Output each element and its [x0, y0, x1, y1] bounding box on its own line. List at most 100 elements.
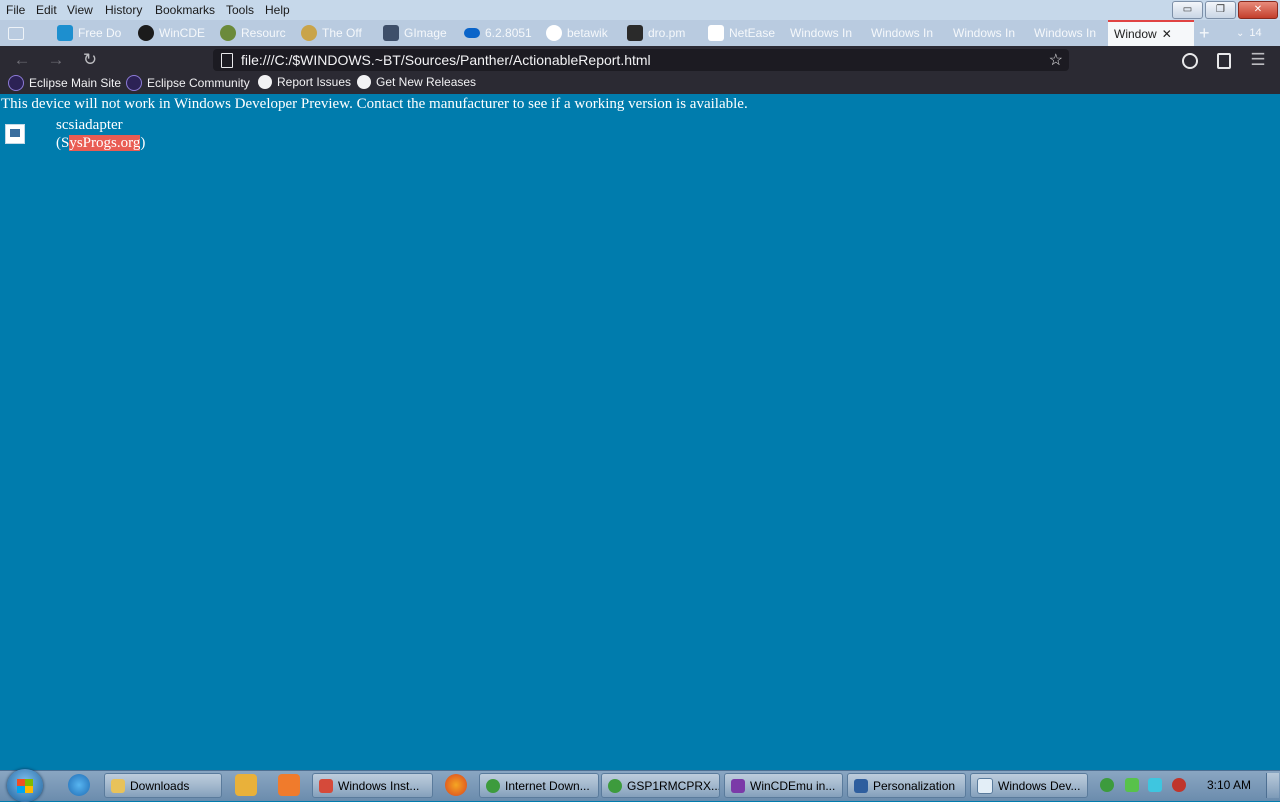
tab-betawiki[interactable]: betawik: [546, 20, 612, 46]
taskbar-downloads[interactable]: Downloads: [104, 773, 222, 798]
internet-explorer-icon[interactable]: [68, 774, 90, 796]
restore-button[interactable]: ❐: [1205, 1, 1236, 19]
tab-label: WinCDE: [159, 26, 206, 40]
tab-windows-in-3[interactable]: Windows In: [953, 20, 1019, 46]
system-tray: [1092, 771, 1280, 801]
menu-view[interactable]: View: [67, 3, 93, 17]
hamburger-menu-icon[interactable]: ☰: [1248, 50, 1268, 70]
gmail-icon: [319, 778, 333, 793]
tab-netease[interactable]: NetEase: [708, 20, 776, 46]
show-desktop-button[interactable]: [1266, 773, 1279, 798]
account-icon[interactable]: [1180, 50, 1200, 70]
menu-tools[interactable]: Tools: [226, 3, 254, 17]
taskbar-personalization[interactable]: Personalization: [847, 773, 966, 798]
tray-volume-icon[interactable]: [1172, 778, 1186, 792]
taskbar-clock[interactable]: 3:10 AM: [1207, 778, 1251, 792]
new-tab-button[interactable]: +: [1199, 20, 1217, 46]
tab-resource[interactable]: Resourc: [220, 20, 286, 46]
taskbar-windows-install[interactable]: Windows Inst...: [312, 773, 433, 798]
bookmarks-toolbar: Eclipse Main Site Eclipse Community Repo…: [0, 73, 1280, 94]
media-player-icon[interactable]: [235, 774, 257, 796]
url-text[interactable]: file:///C:/$WINDOWS.~BT/Sources/Panther/…: [241, 52, 651, 68]
tab-label: Resourc: [241, 26, 286, 40]
tab-active-window[interactable]: Window ✕: [1108, 20, 1194, 46]
eclipse-icon: [8, 75, 24, 91]
idm-icon: [486, 778, 500, 793]
onedrive-cloud-icon: [464, 28, 480, 38]
taskbar-label: Windows Inst...: [338, 778, 420, 793]
url-bar[interactable]: file:///C:/$WINDOWS.~BT/Sources/Panther/…: [213, 49, 1069, 71]
taskbar-label: Downloads: [130, 778, 190, 793]
taskbar-label: GSP1RMCPRX...: [627, 778, 720, 793]
back-button[interactable]: ←: [12, 50, 32, 70]
github-icon: [357, 75, 371, 89]
pinned-app-icon[interactable]: [278, 774, 300, 796]
dropm-icon: [627, 25, 643, 41]
taskbar-label: WinCDEmu in...: [750, 778, 836, 793]
forward-button[interactable]: →: [46, 50, 66, 70]
reload-button[interactable]: ↻: [80, 50, 100, 70]
tab-label: Free Do: [78, 26, 122, 40]
wikipedia-icon: [708, 25, 724, 41]
taskbar-gsp1rmcprx[interactable]: GSP1RMCPRX...: [601, 773, 720, 798]
tray-battery-icon[interactable]: [1125, 778, 1139, 792]
taskbar-internet-download[interactable]: Internet Down...: [479, 773, 599, 798]
close-tab-icon[interactable]: ✕: [1162, 27, 1172, 41]
tab-windows-in-1[interactable]: Windows In: [790, 20, 856, 46]
tab-free-download[interactable]: Free Do: [57, 20, 123, 46]
firefox-view-button[interactable]: [8, 20, 36, 46]
tray-idm-icon[interactable]: [1100, 778, 1114, 792]
office-icon: [301, 25, 317, 41]
compatibility-warning: This device will not work in Windows Dev…: [1, 96, 748, 112]
firefox-view-icon: [8, 26, 24, 40]
resource-icon: [220, 25, 236, 41]
windows-logo-icon: [17, 779, 33, 793]
tab-label: The Off: [322, 26, 362, 40]
bookmark-star-icon[interactable]: ☆: [1049, 50, 1063, 70]
menu-file[interactable]: File: [6, 3, 25, 17]
window-controls: ▭ ❐ ✕: [1172, 1, 1278, 19]
bookmark-label: Eclipse Main Site: [29, 76, 122, 90]
tab-build-6-2-8051[interactable]: 6.2.8051: [464, 20, 532, 46]
tab-gimage[interactable]: GImage: [383, 20, 449, 46]
tab-wincde[interactable]: WinCDE: [138, 20, 206, 46]
tab-label: Windows In: [953, 26, 1016, 40]
menu-edit[interactable]: Edit: [36, 3, 57, 17]
bookmark-report-issues[interactable]: Report Issues: [258, 75, 351, 89]
tab-windows-in-2[interactable]: Windows In: [871, 20, 937, 46]
free-download-icon: [57, 25, 73, 41]
bookmark-eclipse-community[interactable]: Eclipse Community: [126, 75, 250, 91]
tab-label: 6.2.8051: [485, 26, 532, 40]
tab-label: Windows In: [871, 26, 934, 40]
taskbar-windows-dev[interactable]: Windows Dev...: [970, 773, 1088, 798]
bookmark-label: Eclipse Community: [147, 76, 250, 90]
navigation-toolbar: ← → ↻ file:///C:/$WINDOWS.~BT/Sources/Pa…: [0, 46, 1280, 73]
bookmark-eclipse-main-site[interactable]: Eclipse Main Site: [8, 75, 121, 91]
idm-icon: [608, 778, 622, 793]
tab-windows-in-4[interactable]: Windows In: [1034, 20, 1100, 46]
firefox-icon[interactable]: [445, 774, 467, 796]
close-window-button[interactable]: ✕: [1238, 1, 1278, 19]
bookmark-get-new-releases[interactable]: Get New Releases: [357, 75, 476, 89]
tab-list-button[interactable]: ⌄ 14: [1236, 20, 1276, 46]
extensions-icon[interactable]: [1214, 50, 1234, 70]
tab-label: Windows In: [790, 26, 853, 40]
menu-bookmarks[interactable]: Bookmarks: [155, 3, 215, 17]
menu-help[interactable]: Help: [265, 3, 290, 17]
personalization-icon: [854, 778, 868, 793]
page-content: This device will not work in Windows Dev…: [0, 94, 1280, 770]
tab-label: Window: [1114, 27, 1157, 41]
folder-icon: [111, 778, 125, 793]
tab-the-office[interactable]: The Off: [301, 20, 367, 46]
bookmark-label: Get New Releases: [376, 75, 477, 89]
device-manufacturer: (SysProgs.org): [56, 135, 145, 152]
menu-history[interactable]: History: [105, 3, 142, 17]
bookmark-label: Report Issues: [277, 75, 352, 89]
tab-label: Windows In: [1034, 26, 1097, 40]
tab-dro-pm[interactable]: dro.pm: [627, 20, 693, 46]
taskbar-wincdemu[interactable]: WinCDEmu in...: [724, 773, 843, 798]
tray-network-icon[interactable]: [1148, 778, 1162, 792]
gimage-icon: [383, 25, 399, 41]
minimize-button[interactable]: ▭: [1172, 1, 1203, 19]
start-button[interactable]: [7, 769, 43, 802]
